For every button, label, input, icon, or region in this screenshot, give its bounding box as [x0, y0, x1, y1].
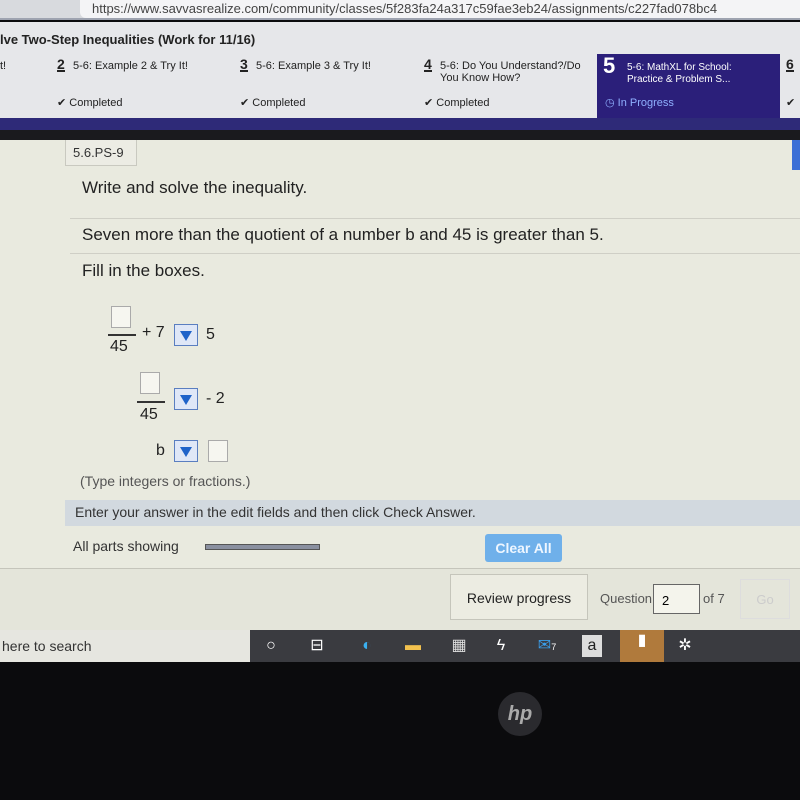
- task-view-icon[interactable]: ⊟: [304, 635, 330, 657]
- tab-label: 5-6: Example 3 & Try It!: [256, 60, 371, 72]
- instruction-bar: Enter your answer in the edit fields and…: [65, 500, 800, 526]
- denominator: 45: [140, 406, 158, 423]
- question-id: 5.6.PS-9: [65, 140, 137, 166]
- settings-icon[interactable]: ✲: [672, 635, 698, 657]
- tab-status: ✔ Completed: [57, 97, 123, 109]
- assignment-header: lve Two-Step Inequalities (Work for 11/1…: [0, 22, 800, 118]
- files-icon[interactable]: ▮: [620, 630, 664, 662]
- tab-status: ✔ Completed: [424, 97, 490, 109]
- tab-6[interactable]: 6 ✔: [786, 54, 798, 118]
- review-progress-button[interactable]: Review progress: [450, 574, 588, 620]
- side-button[interactable]: [792, 140, 800, 170]
- question-number-input[interactable]: 2: [653, 584, 700, 614]
- tab-label: 5-6: MathXL for School: Practice & Probl…: [627, 62, 732, 85]
- divider: [0, 130, 800, 140]
- parts-label: All parts showing: [73, 538, 179, 554]
- rhs-value: 5: [206, 326, 215, 343]
- status-text: Completed: [252, 97, 306, 109]
- clear-all-button[interactable]: Clear All: [485, 534, 562, 562]
- inequality-dropdown-2[interactable]: [174, 388, 198, 410]
- question-prompt: Write and solve the inequality.: [82, 178, 308, 197]
- tab-label: 5-6: Example 2 & Try It!: [73, 60, 188, 72]
- taskbar-search[interactable]: here to search: [0, 630, 250, 662]
- fraction-bar: [108, 334, 136, 336]
- browser-address-bar[interactable]: https://www.savvasrealize.com/community/…: [0, 0, 800, 20]
- header-bar: [0, 118, 800, 130]
- fill-instruction: Fill in the boxes.: [82, 261, 205, 280]
- numerator-input-1[interactable]: [111, 306, 131, 328]
- cortana-icon[interactable]: ○: [258, 635, 284, 657]
- question-total: of 7: [703, 591, 725, 606]
- taskbar: here to search ○ ⊟ ◐ ▬ ▦ ϟ ✉7 a ▮ ✲: [0, 630, 800, 662]
- tab-number: 6: [786, 56, 794, 72]
- divider: [70, 253, 800, 254]
- app-icon[interactable]: ϟ: [488, 635, 514, 657]
- question-statement: Seven more than the quotient of a number…: [82, 225, 604, 244]
- url-text: https://www.savvasrealize.com/community/…: [92, 1, 718, 16]
- tab-number: 5: [603, 53, 616, 78]
- question-panel: 5.6.PS-9 Write and solve the inequality.…: [0, 140, 800, 568]
- file-explorer-icon[interactable]: ▬: [400, 635, 426, 657]
- tab-3[interactable]: 3 5-6: Example 3 & Try It! ✔ Completed: [240, 54, 415, 118]
- plus-seven: + 7: [142, 324, 165, 341]
- status-text: In Progress: [617, 97, 674, 109]
- variable-b: b: [156, 442, 165, 459]
- go-button[interactable]: Go: [740, 579, 790, 619]
- check-icon: ✔: [786, 97, 796, 109]
- edge-icon[interactable]: ◐: [354, 635, 380, 657]
- mail-badge: 7: [551, 642, 557, 652]
- tab-1[interactable]: t!: [0, 54, 50, 118]
- tab-4[interactable]: 4 5-6: Do You Understand?/Do You Know How…: [424, 54, 594, 118]
- assignment-title: lve Two-Step Inequalities (Work for 11/1…: [0, 32, 256, 47]
- tab-number: 4: [424, 56, 432, 72]
- tab-number: 2: [57, 56, 65, 72]
- answer-input[interactable]: [208, 440, 228, 462]
- numerator-input-2[interactable]: [140, 372, 160, 394]
- tab-5-active[interactable]: 5 5-6: MathXL for School: Practice & Prob…: [597, 54, 780, 118]
- fraction-bar: [137, 401, 165, 403]
- tab-2[interactable]: 2 5-6: Example 2 & Try It! ✔ Completed: [57, 54, 232, 118]
- tab-number: 3: [240, 56, 248, 72]
- amazon-icon[interactable]: a: [582, 635, 602, 657]
- inequality-dropdown-1[interactable]: [174, 324, 198, 346]
- parts-progress-bar: [205, 544, 320, 550]
- tab-status: ✔ Completed: [240, 97, 306, 109]
- hint-text: (Type integers or fractions.): [80, 473, 251, 489]
- status-text: Completed: [436, 97, 490, 109]
- denominator: 45: [110, 338, 128, 355]
- minus-two: - 2: [206, 390, 225, 407]
- status-text: Completed: [69, 97, 123, 109]
- store-icon[interactable]: ▦: [446, 635, 472, 657]
- tab-status: ◷ In Progress: [605, 97, 674, 109]
- inequality-dropdown-3[interactable]: [174, 440, 198, 462]
- tab-label: 5-6: Do You Understand?/Do You Know How?: [440, 60, 581, 84]
- mail-icon[interactable]: ✉7: [534, 635, 560, 657]
- divider: [70, 218, 800, 219]
- hp-logo: hp: [498, 692, 542, 736]
- question-label: Question: [600, 591, 653, 606]
- tab-label: t!: [0, 60, 7, 72]
- footer: Review progress Question 2 of 7 Go: [0, 568, 800, 630]
